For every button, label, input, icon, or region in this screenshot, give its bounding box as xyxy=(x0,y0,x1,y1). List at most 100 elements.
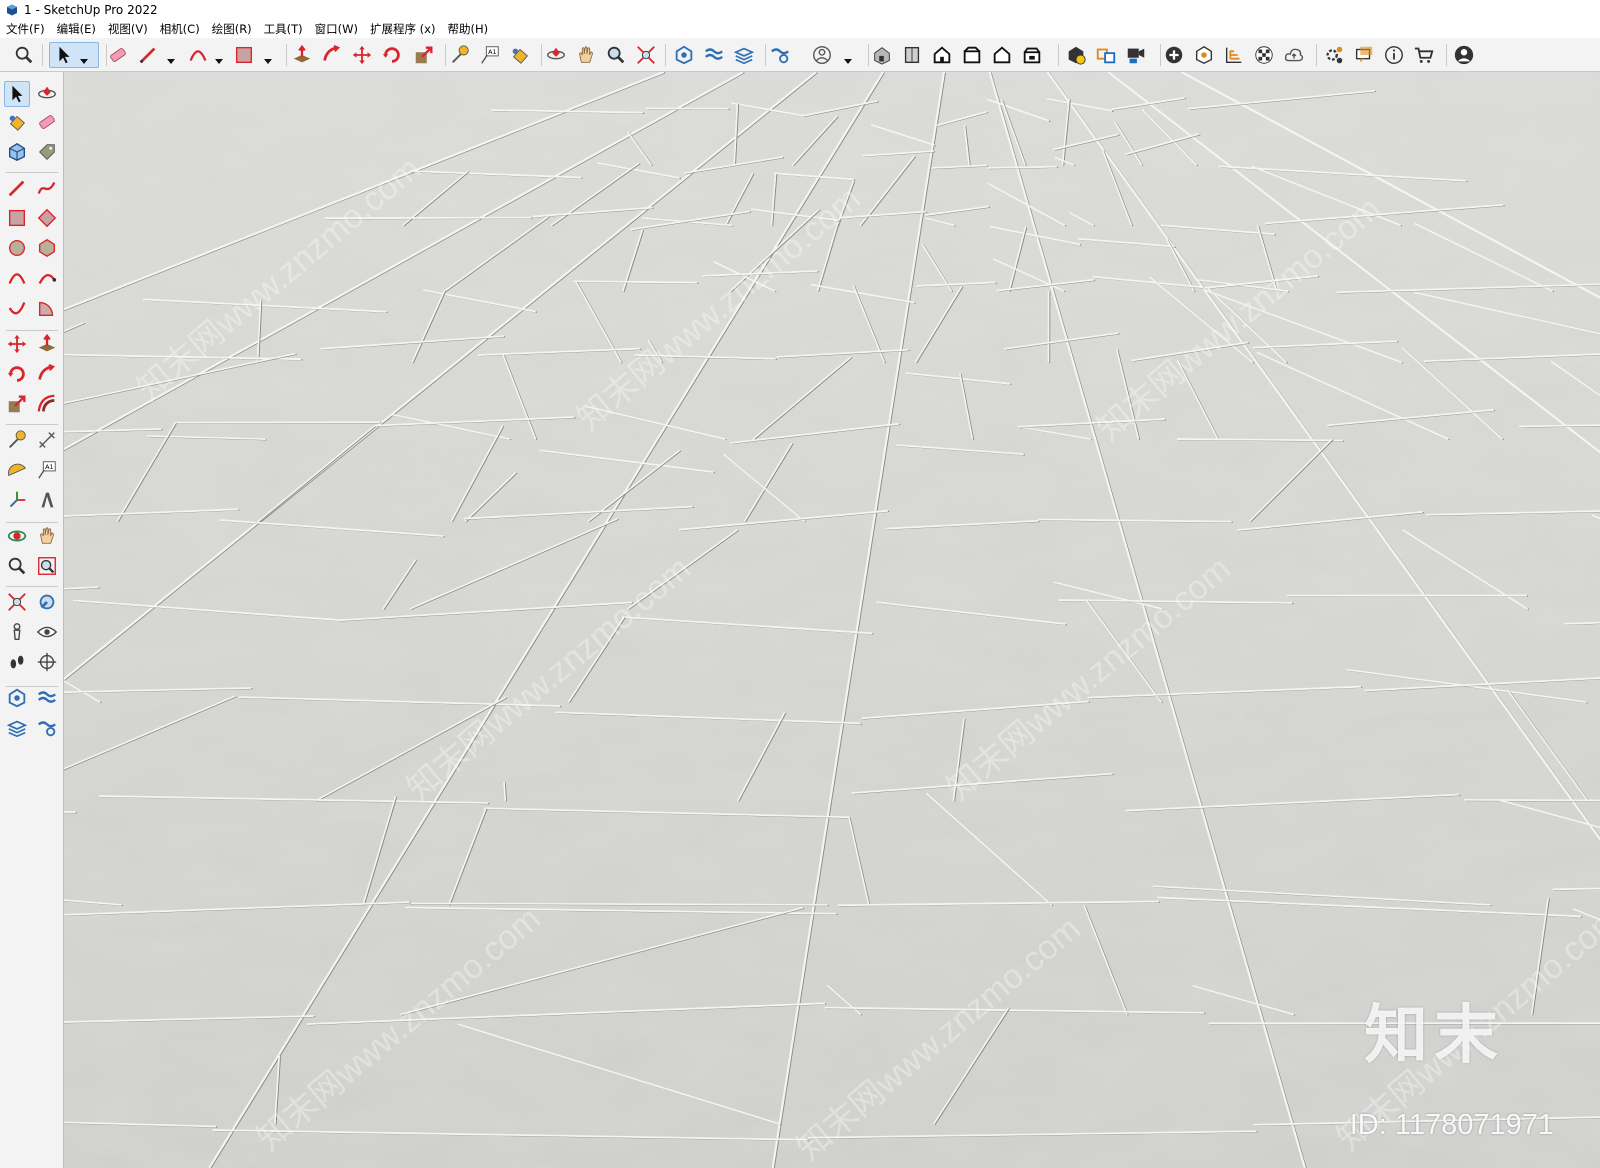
menu-item-8[interactable]: 帮助(H) xyxy=(441,21,494,37)
menu-item-6[interactable]: 窗口(W) xyxy=(309,21,364,37)
pan-button[interactable] xyxy=(573,42,599,68)
sidebar-protractor-button[interactable] xyxy=(4,457,30,483)
left-view-button[interactable] xyxy=(1019,42,1045,68)
right-view-button[interactable] xyxy=(959,42,985,68)
checker-button[interactable] xyxy=(1251,42,1277,68)
sidebar-freehand-button[interactable] xyxy=(34,175,60,201)
outliner-button[interactable] xyxy=(1221,42,1247,68)
sidebar-push-pull-button[interactable] xyxy=(34,331,60,357)
rotate-button[interactable] xyxy=(379,42,405,68)
sidebar-offset-button[interactable] xyxy=(34,391,60,417)
follow-me-button[interactable] xyxy=(319,42,345,68)
menu-item-4[interactable]: 绘图(R) xyxy=(206,21,258,37)
sidebar-previous-view-button[interactable] xyxy=(34,589,60,615)
iso-view-button[interactable] xyxy=(869,42,895,68)
settings-button[interactable] xyxy=(1321,42,1347,68)
sidebar-dimension-button[interactable] xyxy=(34,427,60,453)
sidebar-extension-warehouse-button[interactable] xyxy=(34,685,60,711)
sidebar-zoom-extents-button[interactable] xyxy=(4,589,30,615)
sidebar-text-button[interactable]: A1 xyxy=(34,457,60,483)
sidebar-rectangle-button[interactable] xyxy=(4,205,30,231)
chevron-down-icon[interactable] xyxy=(843,51,853,64)
push-pull-button[interactable] xyxy=(289,42,315,68)
menu-item-0[interactable]: 文件(F) xyxy=(0,21,51,37)
pencil-button[interactable] xyxy=(135,42,161,68)
sidebar-axes-button[interactable] xyxy=(4,487,30,513)
style-button[interactable] xyxy=(1191,42,1217,68)
info-button[interactable] xyxy=(1381,42,1407,68)
sidebar-orbit-tool-button[interactable] xyxy=(4,523,30,549)
scale-button[interactable] xyxy=(411,42,437,68)
sidebar-follow-me-button[interactable] xyxy=(34,361,60,387)
sidebar-zoom-window-button[interactable] xyxy=(34,553,60,579)
section-button[interactable] xyxy=(1093,42,1119,68)
menu-item-7[interactable]: 扩展程序 (x) xyxy=(364,21,441,37)
cloud-button[interactable] xyxy=(1281,42,1307,68)
orbit-button[interactable] xyxy=(543,42,569,68)
sidebar-paint-bucket-button[interactable] xyxy=(4,109,30,135)
model-viewport[interactable]: 知末网www.znzmo.com 知末网www.znzmo.com 知末网www… xyxy=(64,72,1600,1168)
menu-item-2[interactable]: 视图(V) xyxy=(102,21,154,37)
user-button[interactable] xyxy=(1451,42,1477,68)
layout-button[interactable] xyxy=(731,42,757,68)
sidebar-look-around-button[interactable] xyxy=(34,619,60,645)
sidebar-arc-2pt-button[interactable] xyxy=(34,265,60,291)
chevron-down-icon[interactable] xyxy=(214,51,224,64)
move-button[interactable] xyxy=(349,42,375,68)
scene-button[interactable] xyxy=(1123,42,1149,68)
tape-measure-button[interactable] xyxy=(447,42,473,68)
sidebar-tape-measure-button[interactable] xyxy=(4,427,30,453)
sidebar-circle-button[interactable] xyxy=(4,235,30,261)
sidebar-arc-3pt-button[interactable] xyxy=(4,295,30,321)
sidebar-3d-text-button[interactable] xyxy=(34,487,60,513)
sidebar-extension-manager-button[interactable] xyxy=(34,715,60,741)
sidebar-separator xyxy=(6,172,58,173)
add-button[interactable] xyxy=(1161,42,1187,68)
menu-item-5[interactable]: 工具(T) xyxy=(258,21,309,37)
paint-bucket-button[interactable] xyxy=(507,42,533,68)
sidebar-pie-button[interactable] xyxy=(34,295,60,321)
sidebar-section-plane-button[interactable] xyxy=(34,649,60,675)
sidebar-walk-button[interactable] xyxy=(4,649,30,675)
message-button[interactable] xyxy=(1351,42,1377,68)
front-view-button[interactable] xyxy=(929,42,955,68)
sidebar-zoom-button[interactable] xyxy=(4,553,30,579)
sidebar-rotated-rectangle-button[interactable] xyxy=(34,205,60,231)
zoom-extents-button[interactable] xyxy=(633,42,659,68)
arc-button[interactable] xyxy=(185,42,211,68)
sidebar-arc-button[interactable] xyxy=(4,265,30,291)
sidebar-move-button[interactable] xyxy=(4,331,30,357)
sidebar-scale-button[interactable] xyxy=(4,391,30,417)
sidebar-pan-button[interactable] xyxy=(34,523,60,549)
menu-item-1[interactable]: 编辑(E) xyxy=(51,21,102,37)
sidebar-layout-button[interactable] xyxy=(4,715,30,741)
extension-manager-button[interactable] xyxy=(767,42,793,68)
chevron-down-icon[interactable] xyxy=(79,51,89,64)
back-view-button[interactable] xyxy=(989,42,1015,68)
sidebar-tag-button[interactable] xyxy=(34,139,60,165)
menu-item-3[interactable]: 相机(C) xyxy=(154,21,206,37)
sidebar-rotate-button[interactable] xyxy=(4,361,30,387)
sidebar-orbit-button[interactable] xyxy=(34,81,60,107)
cart-button[interactable] xyxy=(1411,42,1437,68)
eraser-button[interactable] xyxy=(105,42,131,68)
sidebar-line-button[interactable] xyxy=(4,175,30,201)
sidebar-position-camera-button[interactable] xyxy=(4,619,30,645)
top-view-button[interactable] xyxy=(899,42,925,68)
zoom-button[interactable] xyxy=(11,42,37,68)
warehouse-button[interactable] xyxy=(671,42,697,68)
sidebar-component-button[interactable] xyxy=(4,139,30,165)
sidebar-select-button[interactable] xyxy=(4,81,30,107)
sidebar-warehouse-button[interactable] xyxy=(4,685,30,711)
account-button[interactable] xyxy=(809,42,835,68)
solid-inspector-button[interactable] xyxy=(1063,42,1089,68)
rectangle-button[interactable] xyxy=(231,42,257,68)
zoom-tool-button[interactable] xyxy=(603,42,629,68)
chevron-down-icon[interactable] xyxy=(263,51,273,64)
text-button[interactable]: A1 xyxy=(477,42,503,68)
select-tool-button[interactable] xyxy=(49,42,99,68)
sidebar-eraser-button[interactable] xyxy=(34,109,60,135)
sidebar-polygon-button[interactable] xyxy=(34,235,60,261)
chevron-down-icon[interactable] xyxy=(166,51,176,64)
extension-warehouse-button[interactable] xyxy=(701,42,727,68)
